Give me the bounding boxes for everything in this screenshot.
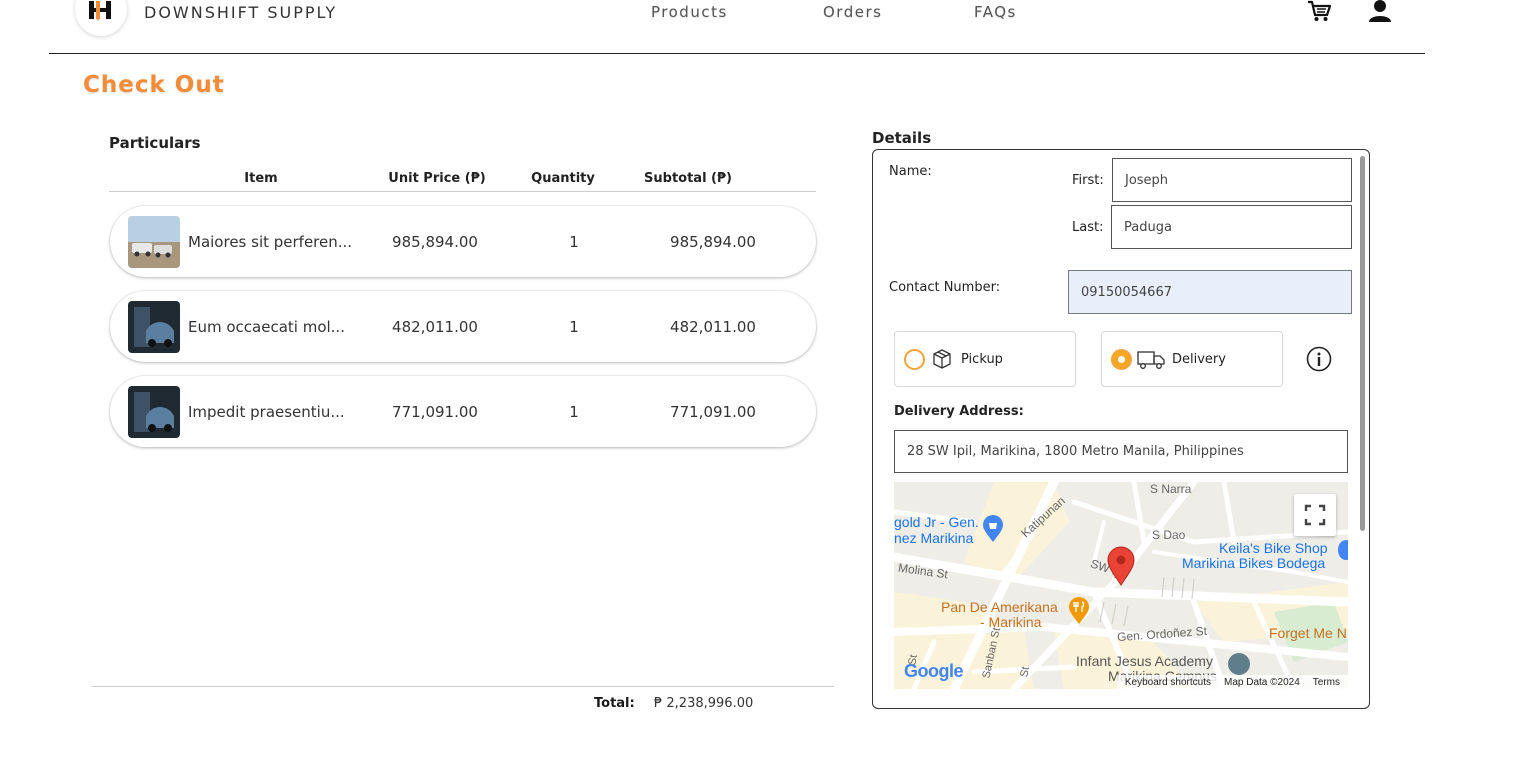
total-divider — [92, 686, 834, 687]
first-name-label: First: — [1072, 173, 1104, 188]
bike-shop-pin-icon — [1338, 540, 1348, 560]
table-header-divider — [109, 191, 816, 192]
map-street-label: S Narra — [1150, 482, 1192, 496]
brand-name: DOWNSHIFT SUPPLY — [144, 3, 338, 22]
delivery-address-label: Delivery Address: — [894, 404, 1024, 419]
nav-faqs[interactable]: FAQs — [974, 3, 1017, 21]
cart-icon[interactable] — [1306, 0, 1332, 29]
details-panel: Name: First: Joseph Last: Paduga Contact… — [872, 149, 1370, 709]
nav-products[interactable]: Products — [651, 3, 728, 21]
particulars-heading: Particulars — [109, 134, 201, 152]
contact-number-label: Contact Number: — [889, 280, 1001, 295]
user-icon[interactable] — [1367, 0, 1393, 29]
restaurant-pin-icon — [1068, 597, 1090, 630]
map-place-label: Keila's Bike Shop — [1219, 540, 1328, 556]
info-icon[interactable] — [1306, 346, 1332, 377]
unit-price: 771,091.00 — [392, 403, 478, 421]
subtotal: 482,011.00 — [670, 318, 756, 336]
quantity: 1 — [569, 318, 579, 336]
quantity: 1 — [569, 403, 579, 421]
details-heading: Details — [872, 129, 932, 147]
item-name: Eum occaecati mol... — [188, 318, 345, 336]
map-place-label: Pan De Amerikana — [941, 599, 1058, 615]
location-marker-icon[interactable] — [1107, 546, 1135, 591]
school-pin-icon — [1228, 653, 1250, 675]
total-label: Total: — [594, 696, 635, 711]
pickup-radio[interactable] — [904, 349, 925, 370]
nav-orders[interactable]: Orders — [823, 3, 882, 21]
map-place-label: Forget Me N — [1269, 625, 1347, 641]
last-name-label: Last: — [1072, 220, 1104, 235]
details-scrollbar[interactable] — [1360, 156, 1365, 531]
table-row[interactable]: Maiores sit perferen... 985,894.00 1 985… — [110, 206, 816, 277]
map-place-label: Marikina Bikes Bodega — [1182, 555, 1326, 571]
subtotal: 985,894.00 — [670, 233, 756, 251]
delivery-radio[interactable] — [1111, 349, 1132, 370]
keyboard-shortcuts-link[interactable]: Keyboard shortcuts — [1125, 677, 1211, 688]
map-place-label: - Marikina — [980, 614, 1042, 630]
column-header-unit-price: Unit Price (₱) — [388, 171, 486, 186]
map-footer: Keyboard shortcuts Map Data ©2024 Terms — [1116, 675, 1348, 689]
first-name-field[interactable]: Joseph — [1112, 158, 1352, 202]
pickup-option[interactable]: Pickup — [894, 331, 1076, 387]
name-label: Name: — [889, 164, 932, 179]
map-street-label: St — [1018, 665, 1033, 679]
fullscreen-icon — [1304, 504, 1326, 526]
map-street-label: S Dao — [1152, 528, 1186, 542]
total-value: ₱ 2,238,996.00 — [654, 696, 754, 711]
product-thumbnail — [128, 301, 180, 353]
header-divider — [49, 53, 1425, 54]
pickup-label: Pickup — [961, 352, 1003, 367]
page-title: Check Out — [83, 72, 225, 98]
table-row[interactable]: Impedit praesentiu... 771,091.00 1 771,0… — [110, 376, 816, 447]
last-name-field[interactable]: Paduga — [1111, 205, 1352, 249]
map-place-label: nez Marikina — [894, 530, 974, 546]
map-fullscreen-button[interactable] — [1294, 494, 1336, 536]
map-data-text: Map Data ©2024 — [1224, 676, 1300, 688]
column-header-subtotal: Subtotal (₱) — [644, 171, 732, 186]
terms-link[interactable]: Terms — [1313, 677, 1340, 688]
product-thumbnail — [128, 386, 180, 438]
item-name: Maiores sit perferen... — [188, 233, 353, 251]
map-place-label: gold Jr - Gen. — [894, 514, 979, 530]
table-row[interactable]: Eum occaecati mol... 482,011.00 1 482,01… — [110, 291, 816, 362]
contact-number-field[interactable]: 09150054667 — [1068, 270, 1352, 314]
map-place-label: Infant Jesus Academy — [1076, 653, 1213, 669]
item-name: Impedit praesentiu... — [188, 403, 345, 421]
delivery-label: Delivery — [1172, 352, 1226, 367]
subtotal: 771,091.00 — [670, 403, 756, 421]
delivery-option[interactable]: Delivery — [1101, 331, 1283, 387]
logo-mark-icon — [89, 1, 111, 21]
column-header-quantity: Quantity — [531, 171, 595, 186]
unit-price: 985,894.00 — [392, 233, 478, 251]
google-logo: Google — [904, 661, 964, 681]
shopping-pin-icon — [982, 515, 1004, 548]
truck-icon — [1137, 350, 1165, 375]
brand-logo[interactable] — [75, 0, 127, 36]
box-icon — [931, 348, 953, 375]
quantity: 1 — [569, 233, 579, 251]
delivery-map[interactable]: gold Jr - Gen. nez Marikina Katipunan S … — [894, 482, 1348, 689]
column-header-item: Item — [244, 171, 278, 186]
product-thumbnail — [128, 216, 180, 268]
unit-price: 482,011.00 — [392, 318, 478, 336]
delivery-address-field[interactable]: 28 SW Ipil, Marikina, 1800 Metro Manila,… — [894, 430, 1348, 473]
